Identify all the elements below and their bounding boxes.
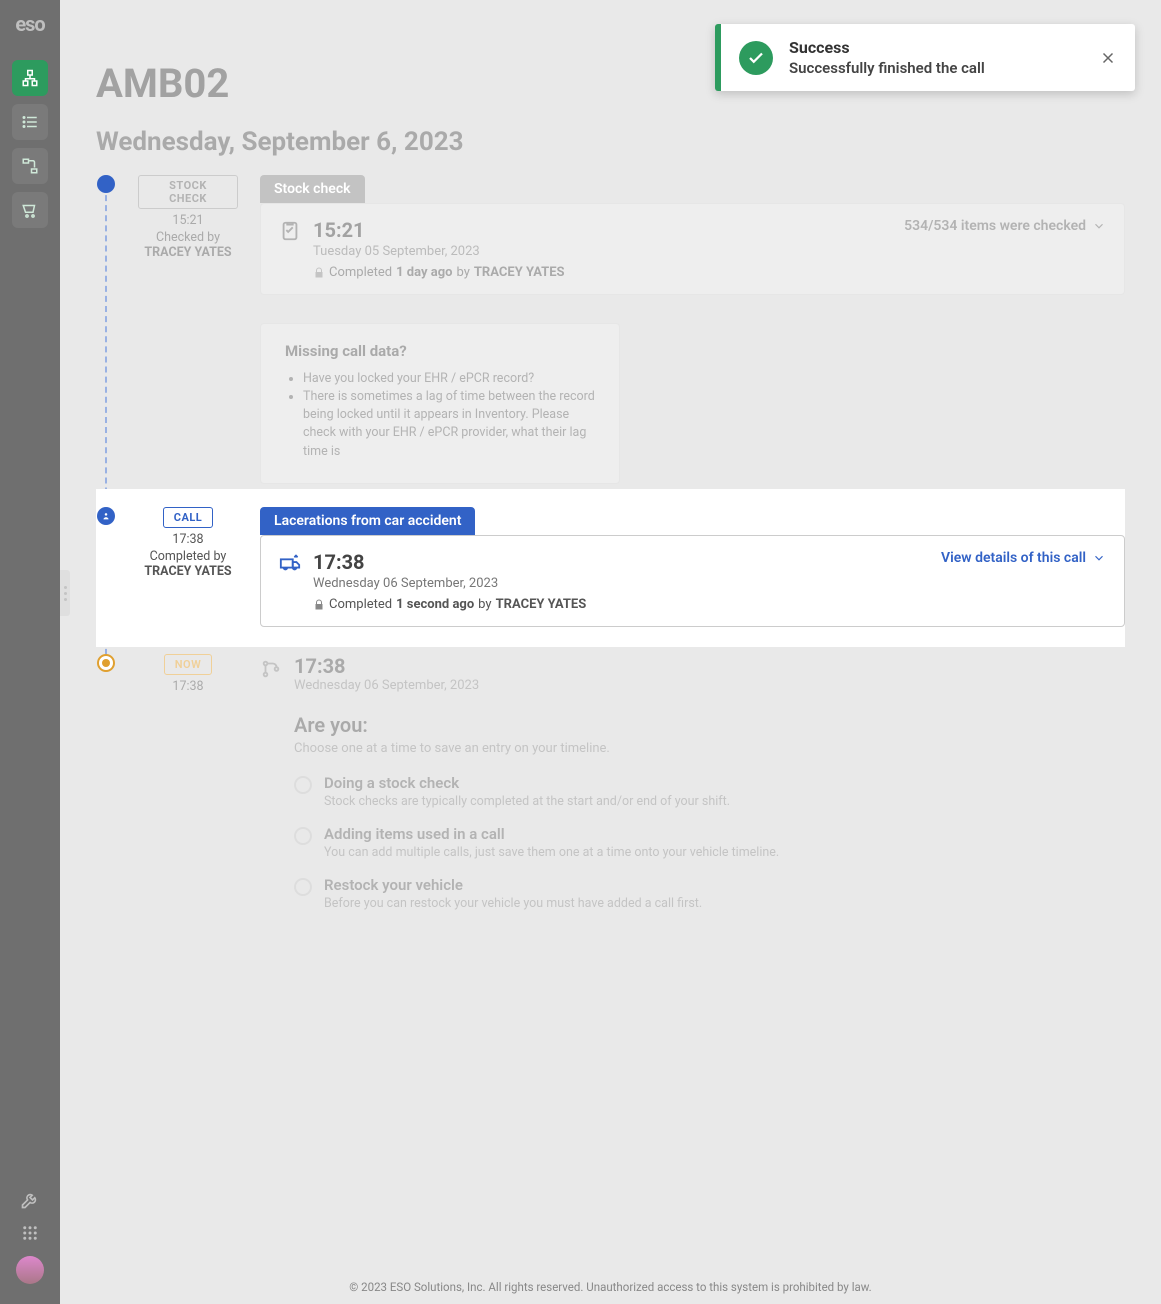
option-restock[interactable]: Restock your vehicleBefore you can resto… xyxy=(294,876,1125,911)
nav-flow-icon[interactable] xyxy=(12,148,48,184)
call-card-time: 17:38 xyxy=(313,550,586,574)
chevron-down-icon xyxy=(1092,219,1106,233)
call-card-status: Completed 1 second ago by TRACEY YATES xyxy=(313,597,586,612)
nav-cart-icon[interactable] xyxy=(12,192,48,228)
call-time: 17:38 xyxy=(138,532,238,547)
timeline-row-now: NOW 17:38 17:38 Wednesday 06 September, … xyxy=(96,654,1125,927)
stock-items-link[interactable]: 534/534 items were checked xyxy=(904,218,1106,234)
success-toast: Success Successfully finished the call xyxy=(715,24,1135,91)
stock-card-status: Completed 1 day ago by TRACEY YATES xyxy=(313,265,565,280)
sidebar: eso xyxy=(0,0,60,1304)
now-prompt: Are you: Choose one at a time to save an… xyxy=(294,713,1125,911)
call-card-date: Wednesday 06 September, 2023 xyxy=(313,576,586,591)
now-content: 17:38 Wednesday 06 September, 2023 Are y… xyxy=(260,654,1125,927)
timeline-info-stock: STOCK CHECK 15:21 Checked by TRACEY YATE… xyxy=(138,175,238,484)
stock-by-label: Checked by xyxy=(138,230,238,245)
nav-hierarchy-icon[interactable] xyxy=(12,60,48,96)
info-item: There is sometimes a lag of time between… xyxy=(303,388,595,461)
check-icon xyxy=(739,41,773,75)
lock-icon xyxy=(313,599,325,611)
info-title: Missing call data? xyxy=(285,342,595,360)
call-content: Lacerations from car accident 17:38 Wedn… xyxy=(260,507,1125,627)
timeline-info-call: CALL 17:38 Completed by TRACEY YATES xyxy=(138,507,238,627)
call-marker-icon xyxy=(97,507,115,525)
info-item: Have you locked your EHR / ePCR record? xyxy=(303,370,595,388)
toast-title: Success xyxy=(789,38,985,57)
timeline-row-stock: STOCK CHECK 15:21 Checked by TRACEY YATE… xyxy=(96,175,1125,484)
sidebar-bottom xyxy=(16,1190,44,1304)
page-date: Wednesday, September 6, 2023 xyxy=(96,127,1125,157)
stock-by-name: TRACEY YATES xyxy=(138,245,238,260)
clipboard-icon xyxy=(279,220,301,242)
call-badge: CALL xyxy=(163,507,214,528)
nav-icons xyxy=(12,60,48,228)
view-call-details-link[interactable]: View details of this call xyxy=(941,550,1106,566)
now-badge-time: 17:38 xyxy=(138,679,238,694)
call-by-label: Completed by xyxy=(138,549,238,564)
prompt-title: Are you: xyxy=(294,713,1125,737)
now-date: Wednesday 06 September, 2023 xyxy=(294,678,479,693)
toast-message: Successfully finished the call xyxy=(789,59,985,77)
lock-icon xyxy=(313,267,325,279)
timeline-info-now: NOW 17:38 xyxy=(138,654,238,927)
branch-icon xyxy=(260,658,282,680)
radio-icon xyxy=(294,776,312,794)
missing-data-box: Missing call data? Have you locked your … xyxy=(260,323,620,484)
nav-list-icon[interactable] xyxy=(12,104,48,140)
ambulance-icon xyxy=(279,552,301,574)
now-time: 17:38 xyxy=(294,654,479,678)
stock-card[interactable]: 15:21 Tuesday 05 September, 2023 Complet… xyxy=(260,203,1125,295)
radio-icon xyxy=(294,878,312,896)
main: AMB02 Wednesday, September 6, 2023 STOCK… xyxy=(60,0,1161,1304)
stock-card-date: Tuesday 05 September, 2023 xyxy=(313,244,565,259)
avatar[interactable] xyxy=(16,1256,44,1284)
now-badge: NOW xyxy=(164,654,213,675)
radio-icon xyxy=(294,827,312,845)
now-marker-icon xyxy=(97,654,115,672)
chevron-down-icon xyxy=(1092,551,1106,565)
stock-card-time: 15:21 xyxy=(313,218,565,242)
call-card[interactable]: 17:38 Wednesday 06 September, 2023 Compl… xyxy=(260,535,1125,627)
call-header: Lacerations from car accident xyxy=(260,507,475,535)
timeline-marker-icon xyxy=(97,175,115,193)
footer: © 2023 ESO Solutions, Inc. All rights re… xyxy=(60,1280,1161,1294)
stock-header: Stock check xyxy=(260,175,365,203)
close-icon[interactable] xyxy=(1099,49,1117,67)
brand-logo: eso xyxy=(15,12,44,36)
stock-time: 15:21 xyxy=(138,213,238,228)
call-by-name: TRACEY YATES xyxy=(138,564,238,579)
prompt-sub: Choose one at a time to save an entry on… xyxy=(294,741,1125,756)
apps-icon[interactable] xyxy=(21,1224,39,1242)
stock-badge: STOCK CHECK xyxy=(138,175,238,209)
stock-content: Stock check 15:21 Tuesday 05 September, … xyxy=(260,175,1125,484)
timeline-row-call: CALL 17:38 Completed by TRACEY YATES Lac… xyxy=(96,489,1125,647)
wrench-icon[interactable] xyxy=(20,1190,40,1210)
option-stock-check[interactable]: Doing a stock checkStock checks are typi… xyxy=(294,774,1125,809)
option-adding-call[interactable]: Adding items used in a callYou can add m… xyxy=(294,825,1125,860)
